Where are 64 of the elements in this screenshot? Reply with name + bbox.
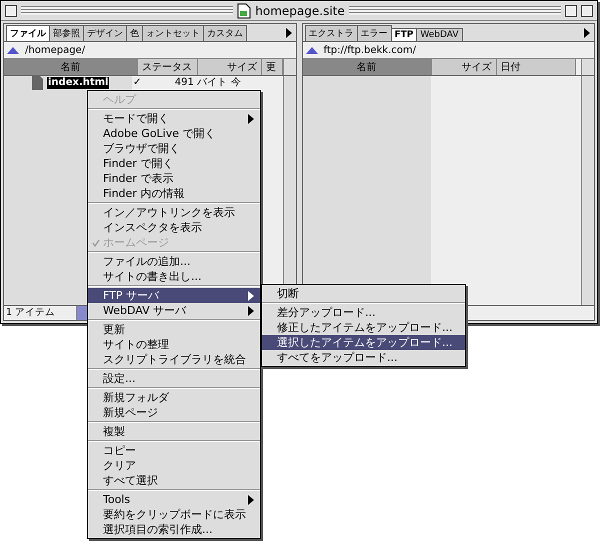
file-size: 491 バイト [174, 76, 227, 88]
zoom-box-icon[interactable] [565, 4, 578, 16]
menu-item[interactable]: Finder で開く [88, 156, 260, 171]
menu-item[interactable]: すべてをアップロード... [262, 350, 465, 365]
tab[interactable]: FTP [390, 28, 418, 41]
tab[interactable]: エクストラ [304, 25, 358, 41]
menu-item[interactable]: 新規フォルダ [88, 390, 260, 405]
menu-item[interactable]: サイトの整理 [88, 337, 260, 352]
menu-item[interactable]: インスペクタを表示 [88, 220, 260, 235]
path-field[interactable]: /homepage/ [25, 44, 296, 56]
menu-item[interactable]: Tools [88, 492, 260, 507]
menu-item[interactable]: すべて選択 [88, 473, 260, 488]
menu-item[interactable]: サイトの書き出し... [88, 269, 260, 284]
submenu-arrow-icon [248, 114, 254, 124]
menu-item[interactable]: モードで開く [88, 111, 260, 126]
scroll-right-icon[interactable] [584, 28, 590, 38]
menu-item[interactable]: FTP サーバ [88, 288, 260, 303]
file-name[interactable]: index.html [47, 76, 109, 88]
column-header[interactable]: 更 [262, 59, 283, 75]
column-header[interactable]: サイズ [198, 59, 262, 75]
menu-item[interactable]: 更新 [88, 322, 260, 337]
menu-item[interactable]: 切断 [262, 286, 465, 301]
menu-item[interactable]: クリア [88, 458, 260, 473]
column-header[interactable]: 日付 [496, 59, 576, 75]
menu-item[interactable]: Finder 内の情報 [88, 186, 260, 201]
tab[interactable]: デザイン [83, 25, 127, 41]
close-box-icon[interactable] [5, 4, 17, 16]
menu-item[interactable]: Finder で表示 [88, 171, 260, 186]
menu-item[interactable]: 新規ページ [88, 405, 260, 420]
tab[interactable]: 色 [126, 25, 143, 41]
column-header[interactable]: 名前 [302, 59, 432, 75]
menu-item[interactable]: 複製 [88, 424, 260, 439]
column-header[interactable]: サイズ [432, 59, 496, 75]
column-header[interactable]: 名前 [4, 59, 138, 75]
menu-item[interactable]: イン／アウトリンクを表示 [88, 205, 260, 220]
scroll-right-icon[interactable] [286, 28, 292, 38]
document-icon [237, 2, 252, 18]
menu-item[interactable]: 要約をクリップボードに表示 [88, 507, 260, 522]
menu-item[interactable]: 選択項目の索引作成... [88, 522, 260, 537]
tab[interactable]: カスタム [203, 25, 247, 41]
collapse-box-icon[interactable] [581, 4, 594, 16]
column-header[interactable]: ステータス [138, 59, 198, 75]
menu-item[interactable]: 選択したアイテムをアップロード... [262, 335, 465, 350]
modified-date: 今 [231, 76, 241, 88]
menu-item[interactable]: ファイルの追加... [88, 254, 260, 269]
menu-item[interactable]: 差分アップロード... [262, 305, 465, 320]
tab[interactable]: WebDAV [416, 28, 463, 41]
tab[interactable]: ファイル [6, 25, 50, 41]
menu-item[interactable]: Adobe GoLive で開く [88, 126, 260, 141]
tab[interactable]: ォントセット [142, 25, 204, 41]
menu-item[interactable]: 修正したアイテムをアップロード... [262, 320, 465, 335]
status-check: ✓ [133, 76, 142, 88]
tab[interactable]: 部参照 [49, 25, 84, 41]
window-title: homepage.site [255, 4, 345, 18]
path-field[interactable]: ftp://ftp.bekk.com/ [324, 44, 594, 56]
submenu-arrow-icon [248, 495, 254, 505]
menu-item[interactable]: スクリプトライブラリを統合 [88, 352, 260, 367]
menu-item[interactable]: 設定... [88, 371, 260, 386]
menu-item[interactable]: コピー [88, 443, 260, 458]
check-icon [92, 239, 100, 247]
menu-item[interactable]: WebDAV サーバ [88, 303, 260, 318]
menu-item[interactable]: ブラウザで開く [88, 141, 260, 156]
scrollbar[interactable] [581, 76, 594, 305]
tab[interactable]: エラー [356, 25, 392, 41]
